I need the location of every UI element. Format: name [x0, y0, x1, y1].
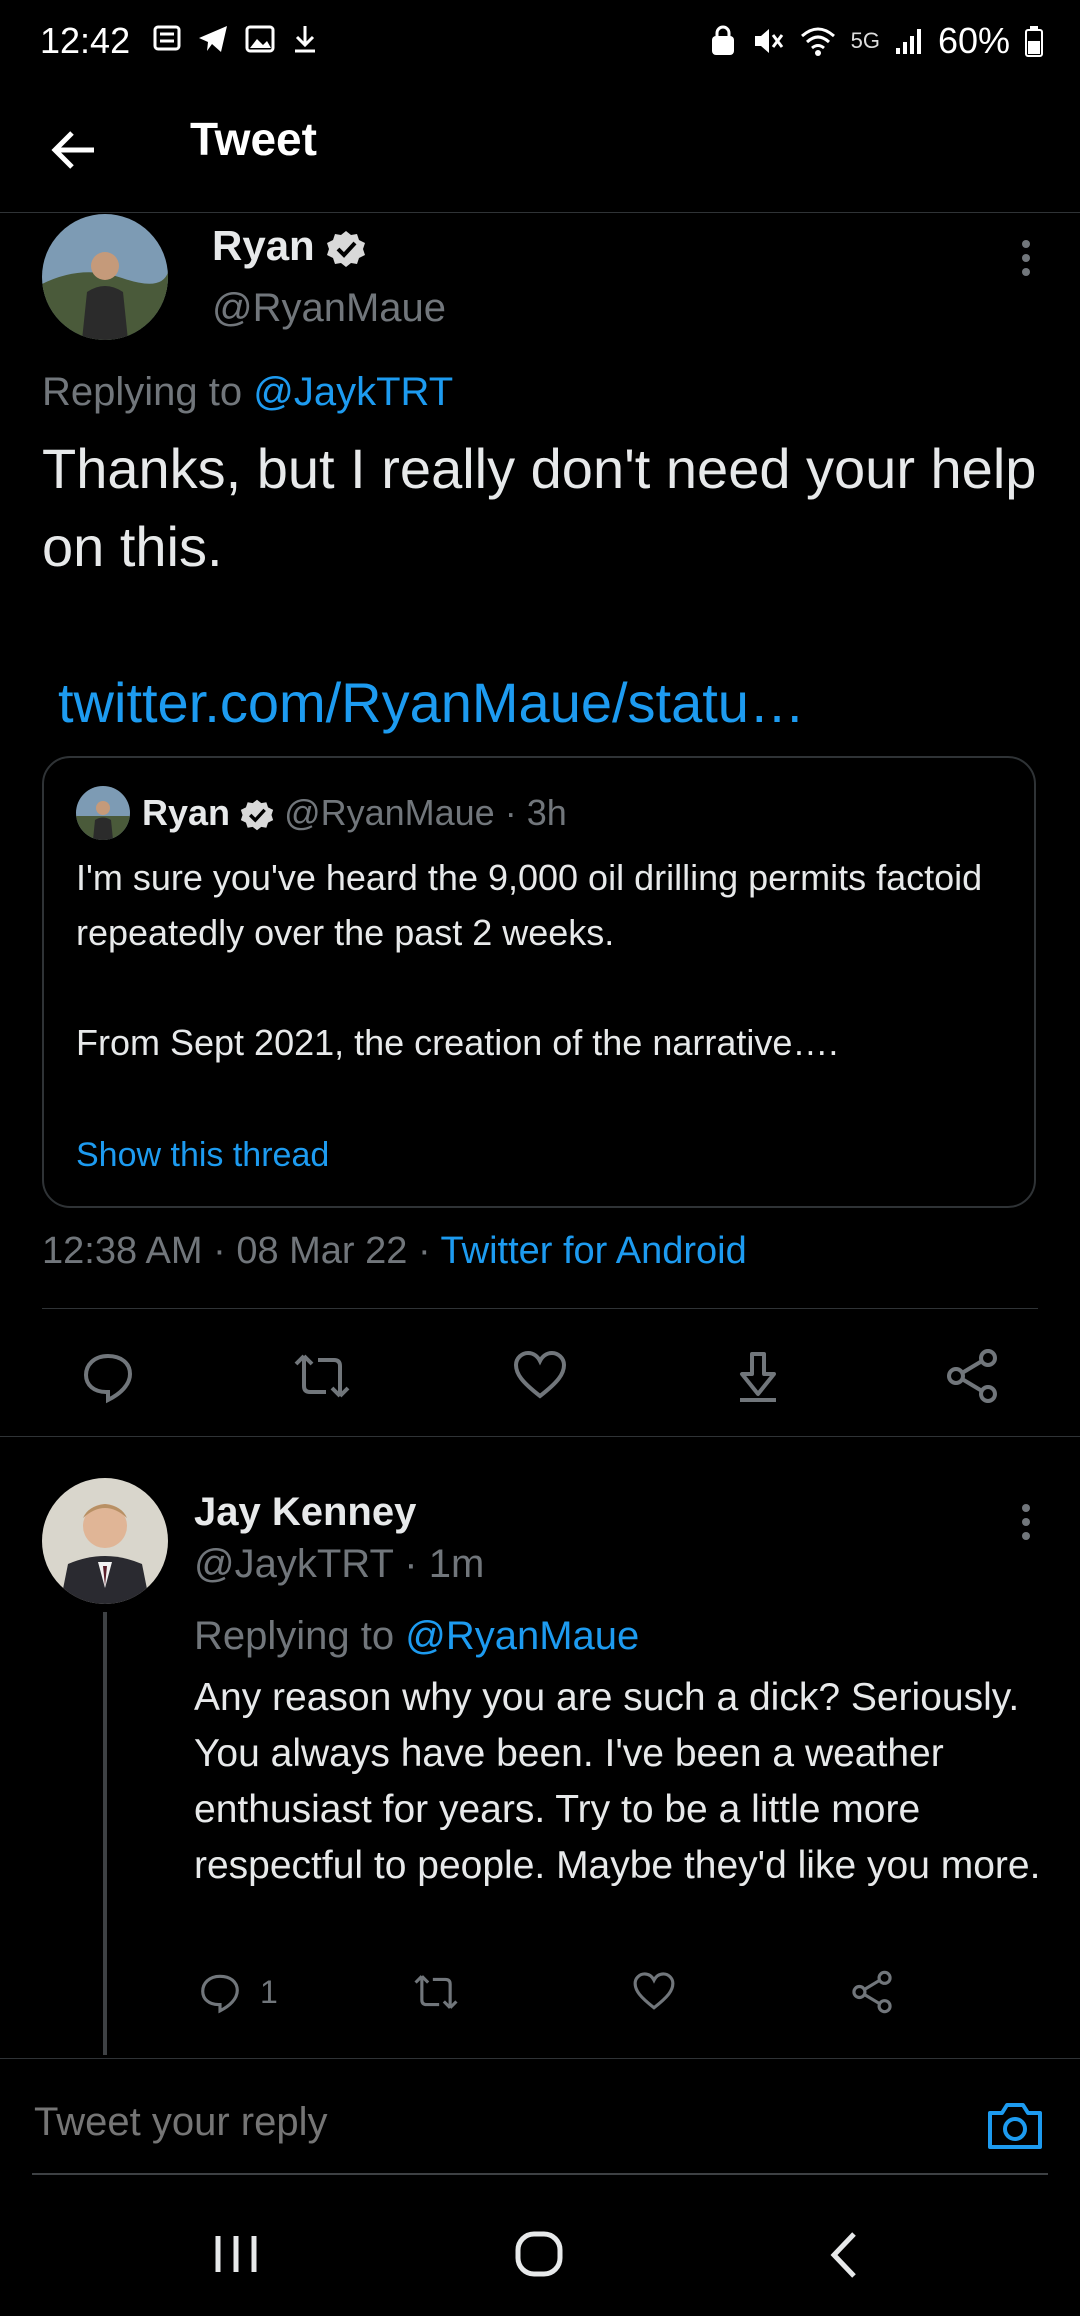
- quote-text: I'm sure you've heard the 9,000 oil dril…: [76, 857, 983, 1063]
- divider: [42, 1308, 1038, 1309]
- reply-author-handle[interactable]: @JaykTRT: [194, 1542, 393, 1586]
- tweet-link[interactable]: twitter.com/RyanMaue/statu…: [58, 670, 805, 735]
- retweet-icon[interactable]: [292, 1348, 352, 1404]
- battery-percent: 60%: [937, 20, 1010, 61]
- back-arrow-icon[interactable]: [48, 124, 100, 176]
- quoted-tweet[interactable]: Ryan @RyanMaue · 3h I'm sure you've hear…: [42, 756, 1036, 1208]
- composer-underline: [32, 2173, 1048, 2175]
- tweet-actions: [42, 1340, 1036, 1412]
- avatar[interactable]: [42, 214, 168, 340]
- home-icon[interactable]: [514, 2230, 564, 2278]
- battery-icon: [1025, 26, 1043, 57]
- verified-badge-icon: [327, 230, 366, 267]
- reply-composer: [0, 2058, 1080, 2179]
- gallery-icon: [245, 25, 275, 53]
- share-network-icon[interactable]: [850, 1970, 894, 2014]
- reply-icon: [201, 1974, 239, 2014]
- quote-author-handle: @RyanMaue: [284, 792, 495, 833]
- reply-replying-to: Replying to @RyanMaue: [194, 1614, 640, 1658]
- reply-input[interactable]: [32, 2099, 936, 2146]
- notification-icons: [152, 22, 320, 56]
- thread-line: [103, 1612, 107, 2055]
- more-options-icon[interactable]: [1018, 238, 1034, 278]
- reply-actions: 1: [194, 1970, 1044, 2026]
- lock-icon: [711, 25, 734, 55]
- reply-author-meta: @JaykTRT · 1m: [194, 1542, 484, 1587]
- reply-text: Any reason why you are such a dick? Seri…: [194, 1676, 1041, 1887]
- status-bar: 12:42 5G 60%: [0, 0, 1080, 84]
- network-type: 5G: [850, 28, 880, 53]
- quote-author-name: Ryan: [142, 792, 231, 833]
- camera-icon[interactable]: [986, 2099, 1044, 2151]
- quote-time: · 3h: [504, 792, 567, 833]
- quote-avatar: [76, 786, 130, 840]
- message-icon: [153, 25, 181, 51]
- reply-count: 1: [260, 1973, 278, 2010]
- page-title: Tweet: [190, 113, 317, 165]
- like-icon[interactable]: [632, 1970, 676, 2014]
- reply-author-name[interactable]: Jay Kenney: [194, 1490, 416, 1535]
- system-icons: 5G 60%: [709, 20, 1044, 62]
- replying-to: Replying to @JaykTRT: [42, 370, 454, 414]
- status-time: 12:42: [40, 20, 131, 61]
- share-network-icon[interactable]: [944, 1348, 1000, 1404]
- recent-apps-icon[interactable]: [212, 2232, 260, 2276]
- back-nav-icon[interactable]: [826, 2230, 860, 2280]
- header: [0, 84, 1080, 213]
- tweet-meta: 12:38 AM · 08 Mar 22 · Twitter for Andro…: [42, 1230, 747, 1272]
- share-icon[interactable]: [730, 1348, 786, 1404]
- show-thread-link[interactable]: Show this thread: [76, 1136, 329, 1175]
- download-icon: [295, 26, 315, 53]
- like-icon[interactable]: [512, 1348, 568, 1404]
- source-link[interactable]: Twitter for Android: [441, 1230, 747, 1272]
- reply-replying-to-link[interactable]: @RyanMaue: [405, 1614, 639, 1658]
- replying-to-link[interactable]: @JaykTRT: [253, 370, 453, 414]
- divider: [0, 1436, 1080, 1437]
- tweet-text: Thanks, but I really don't need your hel…: [42, 437, 1037, 578]
- reply-button[interactable]: 1: [198, 1970, 278, 2014]
- reply-time: · 1m: [404, 1542, 485, 1586]
- system-nav-bar: [0, 2180, 1080, 2316]
- telegram-icon: [199, 26, 227, 52]
- verified-badge-icon: [240, 800, 274, 831]
- signal-icon: [895, 29, 921, 54]
- author-name[interactable]: Ryan: [212, 222, 366, 270]
- wifi-icon: [800, 27, 835, 56]
- reply-icon[interactable]: [80, 1348, 136, 1404]
- more-options-icon[interactable]: [1018, 1502, 1034, 1542]
- mute-icon: [754, 29, 783, 53]
- reply-avatar[interactable]: [42, 1478, 168, 1604]
- author-handle[interactable]: @RyanMaue: [212, 286, 446, 331]
- retweet-icon[interactable]: [412, 1970, 460, 2014]
- quote-header: Ryan @RyanMaue · 3h: [142, 792, 567, 834]
